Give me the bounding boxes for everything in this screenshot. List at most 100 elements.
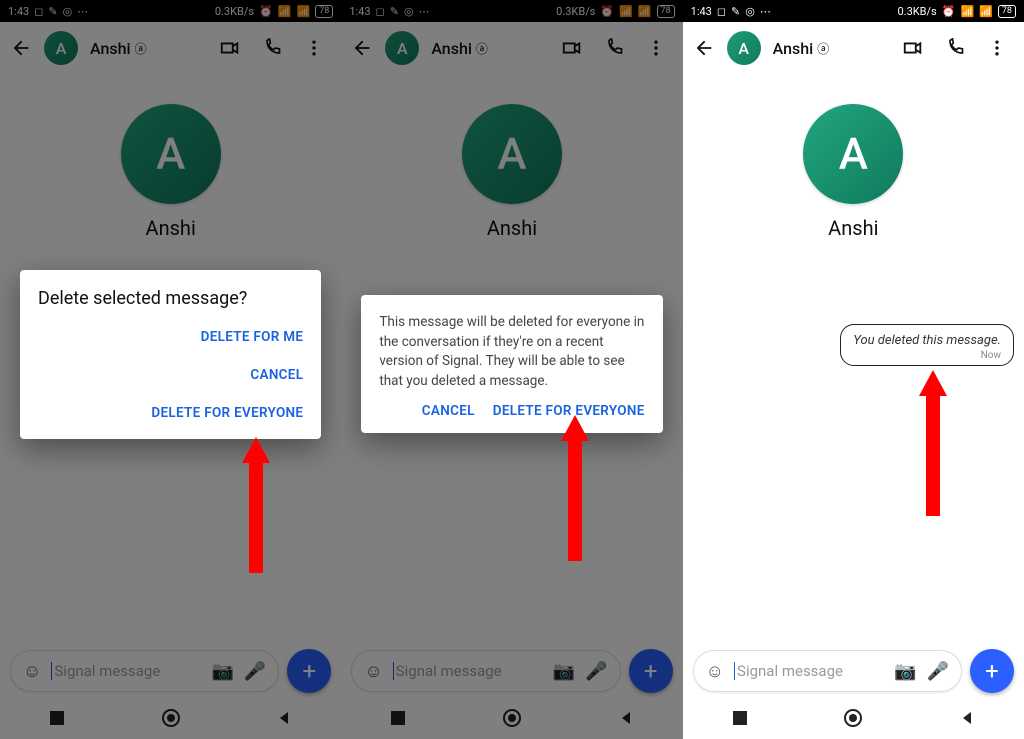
confirm-delete-dialog: This message will be deleted for everyon…: [361, 295, 662, 433]
header-contact-name[interactable]: Anshi: [773, 39, 814, 58]
edit-icon: ✎: [731, 6, 740, 17]
more-status-icon: ⋯: [419, 6, 430, 17]
mic-icon[interactable]: 🎤: [585, 661, 607, 682]
avatar-small[interactable]: A: [44, 31, 78, 65]
deleted-message-time: Now: [853, 350, 1001, 361]
dialog-title: Delete selected message?: [38, 288, 303, 309]
header-contact-name[interactable]: Anshi: [431, 39, 472, 58]
signal-icon: 📶: [619, 6, 633, 17]
cancel-button[interactable]: CANCEL: [250, 367, 303, 383]
annotation-arrow-2: [561, 415, 589, 561]
delete-for-everyone-button[interactable]: DELETE FOR EVERYONE: [151, 405, 303, 421]
header-contact-name[interactable]: Anshi: [90, 39, 131, 58]
cancel-button[interactable]: CANCEL: [422, 403, 475, 419]
avatar-large[interactable]: A: [803, 104, 903, 204]
battery-icon: 78: [657, 5, 675, 18]
add-button[interactable]: +: [287, 649, 331, 693]
alarm-icon: ⏰: [600, 6, 614, 17]
voice-call-button[interactable]: [944, 37, 966, 59]
camera-icon[interactable]: 📷: [553, 661, 575, 682]
menu-button[interactable]: [645, 37, 667, 59]
more-status-icon: ⋯: [760, 6, 771, 17]
compose-field[interactable]: ☺ Signal message 📷 🎤: [10, 650, 279, 692]
avatar-small[interactable]: A: [385, 31, 419, 65]
emoji-icon[interactable]: ☺: [364, 661, 382, 682]
menu-button[interactable]: [303, 37, 325, 59]
emoji-icon[interactable]: ☺: [23, 661, 41, 682]
nav-recent-button[interactable]: [729, 707, 751, 729]
circle-icon: ◎: [404, 6, 414, 17]
compose-field[interactable]: ☺ Signal message 📷 🎤: [693, 650, 962, 692]
edit-icon: ✎: [48, 6, 57, 17]
video-call-button[interactable]: [219, 37, 241, 59]
camera-icon[interactable]: 📷: [894, 661, 916, 682]
compose-field[interactable]: ☺ Signal message 📷 🎤: [351, 650, 620, 692]
add-button[interactable]: +: [970, 649, 1014, 693]
mic-icon[interactable]: 🎤: [927, 661, 949, 682]
avatar-large[interactable]: A: [462, 104, 562, 204]
alarm-icon: ⏰: [259, 6, 273, 17]
wifi-icon: 📶: [979, 6, 993, 17]
nav-recent-button[interactable]: [387, 707, 409, 729]
compose-bar: ☺ Signal message 📷 🎤 +: [683, 645, 1024, 697]
compose-placeholder: Signal message: [51, 662, 201, 680]
signal-icon: 📶: [960, 6, 974, 17]
nav-home-button[interactable]: [160, 707, 182, 729]
status-bar: 1:43 ◻ ✎ ◎ ⋯ 0.3KB/s ⏰ 📶 📶 78: [683, 0, 1024, 22]
nav-recent-button[interactable]: [46, 707, 68, 729]
more-status-icon: ⋯: [77, 6, 88, 17]
menu-button[interactable]: [986, 37, 1008, 59]
chat-body: A Anshi You deleted this message. Now: [683, 74, 1024, 649]
add-button[interactable]: +: [629, 649, 673, 693]
back-button[interactable]: [10, 37, 32, 59]
cast-icon: ◻: [717, 6, 726, 17]
verified-icon: ⓐ: [135, 40, 147, 57]
annotation-arrow-3: [919, 370, 947, 516]
status-bar: 1:43 ◻ ✎ ◎ ⋯ 0.3KB/s ⏰ 📶 📶 78: [0, 0, 341, 22]
back-button[interactable]: [693, 37, 715, 59]
android-navbar: [683, 697, 1024, 739]
screenshot-3: 1:43 ◻ ✎ ◎ ⋯ 0.3KB/s ⏰ 📶 📶 78 A Anshi ⓐ: [683, 0, 1024, 739]
video-call-button[interactable]: [561, 37, 583, 59]
nav-back-button[interactable]: [615, 707, 637, 729]
screenshot-2: 1:43 ◻ ✎ ◎ ⋯ 0.3KB/s ⏰ 📶 📶 78 A Anshi ⓐ: [341, 0, 682, 739]
cast-icon: ◻: [34, 6, 43, 17]
compose-bar: ☺ Signal message 📷 🎤 +: [0, 645, 341, 697]
contact-name: Anshi: [146, 216, 196, 240]
circle-icon: ◎: [745, 6, 755, 17]
battery-icon: 78: [998, 5, 1016, 18]
contact-name: Anshi: [828, 216, 878, 240]
deleted-message-text: You deleted this message.: [853, 333, 1001, 348]
verified-icon: ⓐ: [817, 40, 829, 57]
camera-icon[interactable]: 📷: [211, 661, 233, 682]
dialog-body: This message will be deleted for everyon…: [379, 313, 644, 391]
nav-home-button[interactable]: [501, 707, 523, 729]
screenshot-1: 1:43 ◻ ✎ ◎ ⋯ 0.3KB/s ⏰ 📶 📶 78 A Anshi ⓐ: [0, 0, 341, 739]
android-navbar: [341, 697, 682, 739]
emoji-icon[interactable]: ☺: [706, 661, 724, 682]
back-button[interactable]: [351, 37, 373, 59]
cast-icon: ◻: [376, 6, 385, 17]
delete-for-me-button[interactable]: DELETE FOR ME: [201, 329, 304, 345]
mic-icon[interactable]: 🎤: [244, 661, 266, 682]
status-time: 1:43: [691, 5, 712, 18]
chat-header: A Anshi ⓐ: [341, 22, 682, 74]
status-time: 1:43: [349, 5, 370, 18]
contact-name: Anshi: [487, 216, 537, 240]
wifi-icon: 📶: [638, 6, 652, 17]
edit-icon: ✎: [390, 6, 399, 17]
status-time: 1:43: [8, 5, 29, 18]
voice-call-button[interactable]: [603, 37, 625, 59]
compose-placeholder: Signal message: [734, 662, 884, 680]
avatar-small[interactable]: A: [727, 31, 761, 65]
compose-placeholder: Signal message: [393, 662, 543, 680]
status-netspeed: 0.3KB/s: [215, 5, 254, 18]
nav-home-button[interactable]: [842, 707, 864, 729]
nav-back-button[interactable]: [273, 707, 295, 729]
alarm-icon: ⏰: [942, 6, 956, 17]
deleted-message-bubble[interactable]: You deleted this message. Now: [840, 324, 1014, 366]
avatar-large[interactable]: A: [121, 104, 221, 204]
nav-back-button[interactable]: [956, 707, 978, 729]
video-call-button[interactable]: [902, 37, 924, 59]
voice-call-button[interactable]: [261, 37, 283, 59]
